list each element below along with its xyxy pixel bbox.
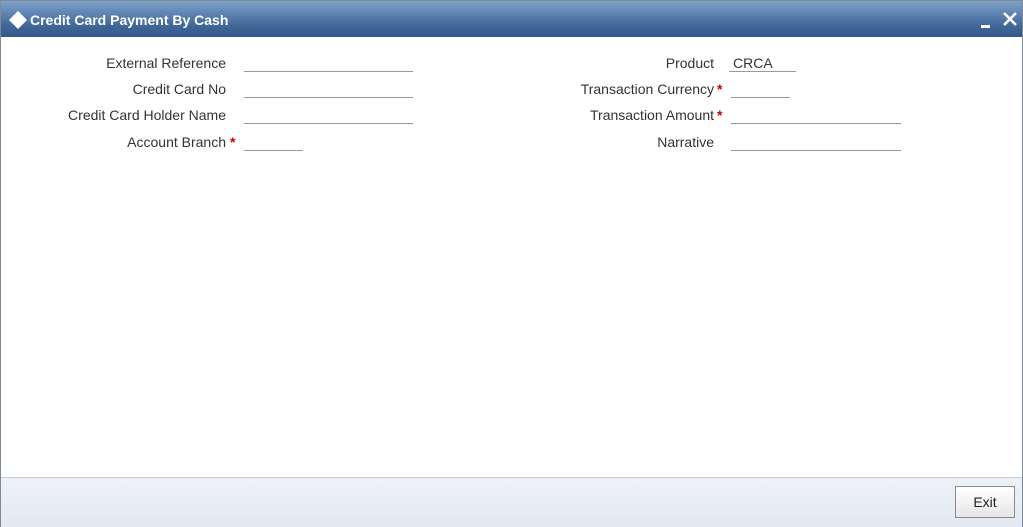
transaction-currency-label: Transaction Currency [580,81,714,97]
external-reference-input[interactable] [244,54,413,72]
narrative-input[interactable] [731,133,901,151]
account-branch-input[interactable] [244,133,303,151]
required-marker: * [230,134,236,150]
account-branch-label: Account Branch [127,134,226,150]
title-bar[interactable]: Credit Card Payment By Cash [1,1,1022,37]
product-input[interactable] [729,54,796,72]
credit-card-no-label: Credit Card No [132,81,226,97]
credit-card-no-input[interactable] [244,80,413,98]
minimize-icon[interactable] [976,13,996,33]
narrative-label: Narrative [657,134,714,150]
transaction-amount-label: Transaction Amount [590,107,714,123]
product-label: Product [665,55,714,71]
required-marker: * [717,107,723,123]
credit-card-payment-window: Credit Card Payment By Cash External Ref… [0,0,1023,527]
diamond-icon [9,11,27,29]
window-title: Credit Card Payment By Cash [30,12,229,28]
transaction-amount-input[interactable] [731,106,901,124]
payment-form: External Reference Credit Card No Credit… [1,37,1022,477]
card-holder-name-input[interactable] [244,106,413,124]
footer-bar: Exit [1,477,1022,527]
transaction-currency-input[interactable] [731,80,790,98]
exit-button[interactable]: Exit [955,486,1015,518]
close-icon[interactable] [999,9,1021,31]
required-marker: * [717,81,723,97]
card-holder-name-label: Credit Card Holder Name [68,107,226,123]
external-reference-label: External Reference [106,55,226,71]
